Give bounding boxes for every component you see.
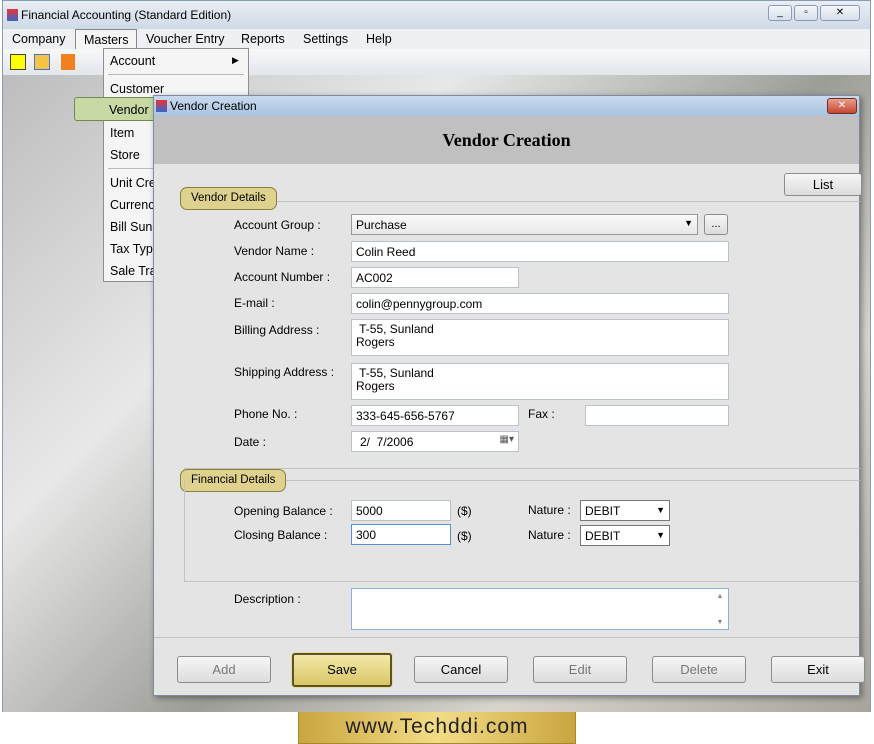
- account-group-value: Purchase: [356, 218, 407, 232]
- phone-input[interactable]: 333-645-656-5767: [351, 405, 519, 426]
- menu-reports[interactable]: Reports: [241, 32, 285, 46]
- fax-input[interactable]: [585, 405, 729, 426]
- opening-nature-label: Nature :: [528, 503, 571, 517]
- shipping-address-input[interactable]: T-55, Sunland Rogers: [351, 363, 729, 400]
- shipping-address-label: Shipping Address :: [234, 365, 335, 379]
- divider: [184, 480, 185, 582]
- calendar-icon[interactable]: [61, 54, 75, 70]
- account-group-label: Account Group :: [234, 218, 321, 232]
- exit-button[interactable]: Exit: [771, 656, 865, 683]
- vendor-creation-dialog: Vendor Creation ✕ Vendor Creation List V…: [153, 95, 865, 696]
- divider: [184, 468, 860, 469]
- menu-item-account[interactable]: Account: [110, 54, 240, 68]
- email-input[interactable]: colin@pennygroup.com: [351, 293, 729, 314]
- menu-voucher-entry[interactable]: Voucher Entry: [146, 32, 225, 46]
- closing-balance-input[interactable]: 300: [351, 524, 451, 545]
- divider: [184, 201, 860, 202]
- submenu-arrow-icon: ▶: [232, 55, 239, 65]
- date-value: 2/ 7/2006: [360, 435, 414, 449]
- add-button[interactable]: Add: [177, 656, 271, 683]
- save-button[interactable]: Save: [292, 653, 392, 687]
- menu-settings[interactable]: Settings: [303, 32, 348, 46]
- dialog-heading: Vendor Creation: [154, 116, 859, 164]
- cancel-button[interactable]: Cancel: [414, 656, 508, 683]
- brand-footer: www.Techddi.com: [298, 712, 576, 744]
- menu-masters[interactable]: Masters: [75, 29, 138, 50]
- opening-balance-input[interactable]: 5000: [351, 500, 451, 521]
- menu-bar: Company Masters Voucher Entry Reports Se…: [3, 29, 870, 50]
- app-title: Financial Accounting (Standard Edition): [21, 8, 232, 22]
- list-button[interactable]: List: [784, 173, 862, 196]
- closing-balance-label: Closing Balance :: [234, 528, 328, 542]
- menu-item-customer[interactable]: Customer: [110, 82, 240, 96]
- chevron-down-icon: ▼: [656, 505, 665, 515]
- new-icon[interactable]: [10, 54, 26, 70]
- browse-account-group-button[interactable]: ...: [704, 214, 728, 235]
- email-label: E-mail :: [234, 296, 275, 310]
- vendor-name-label: Vendor Name :: [234, 244, 315, 258]
- closing-nature-value: DEBIT: [585, 529, 621, 543]
- menu-help[interactable]: Help: [366, 32, 392, 46]
- description-input[interactable]: [351, 588, 729, 630]
- description-label: Description :: [234, 592, 301, 606]
- divider: [154, 637, 859, 638]
- financial-details-group: Financial Details: [180, 469, 287, 492]
- closing-currency-unit: ($): [457, 529, 472, 543]
- opening-nature-select[interactable]: DEBIT ▼: [580, 500, 670, 521]
- dialog-title: Vendor Creation: [170, 99, 257, 113]
- dialog-close-button[interactable]: ✕: [827, 98, 857, 114]
- account-number-label: Account Number :: [234, 270, 331, 284]
- closing-nature-label: Nature :: [528, 528, 571, 542]
- chevron-down-icon: ▼: [656, 530, 665, 540]
- calendar-dropdown-icon[interactable]: ▦▾: [500, 434, 514, 445]
- minimize-button[interactable]: _: [768, 5, 792, 21]
- title-bar: Financial Accounting (Standard Edition) …: [3, 1, 870, 29]
- vendor-name-input[interactable]: Colin Reed: [351, 241, 729, 262]
- opening-currency-unit: ($): [457, 504, 472, 518]
- description-scrollbar[interactable]: ▲ ▼: [713, 590, 727, 628]
- menu-company[interactable]: Company: [12, 32, 66, 46]
- app-icon: [7, 9, 18, 21]
- menu-item-vendor[interactable]: Vendor: [74, 97, 156, 121]
- date-label: Date :: [234, 435, 267, 449]
- fax-label: Fax :: [528, 407, 555, 421]
- dialog-title-bar: Vendor Creation ✕: [154, 96, 859, 116]
- billing-address-label: Billing Address :: [234, 323, 320, 337]
- date-picker[interactable]: 2/ 7/2006 ▦▾: [351, 431, 519, 452]
- maximize-button[interactable]: ▫: [794, 5, 818, 21]
- menu-separator: [108, 74, 244, 75]
- edit-button[interactable]: Edit: [533, 656, 627, 683]
- phone-label: Phone No. :: [234, 407, 298, 421]
- divider: [184, 581, 860, 582]
- opening-nature-value: DEBIT: [585, 504, 621, 518]
- open-folder-icon[interactable]: [34, 54, 50, 70]
- billing-address-input[interactable]: T-55, Sunland Rogers: [351, 319, 729, 356]
- chevron-down-icon: ▼: [684, 218, 693, 228]
- close-button[interactable]: ✕: [820, 5, 860, 21]
- account-number-input[interactable]: AC002: [351, 267, 519, 288]
- delete-button[interactable]: Delete: [652, 656, 746, 683]
- app-icon: [156, 100, 167, 112]
- vendor-details-group: Vendor Details: [180, 187, 277, 210]
- opening-balance-label: Opening Balance :: [234, 504, 333, 518]
- closing-nature-select[interactable]: DEBIT ▼: [580, 525, 670, 546]
- account-group-select[interactable]: Purchase ▼: [351, 214, 698, 235]
